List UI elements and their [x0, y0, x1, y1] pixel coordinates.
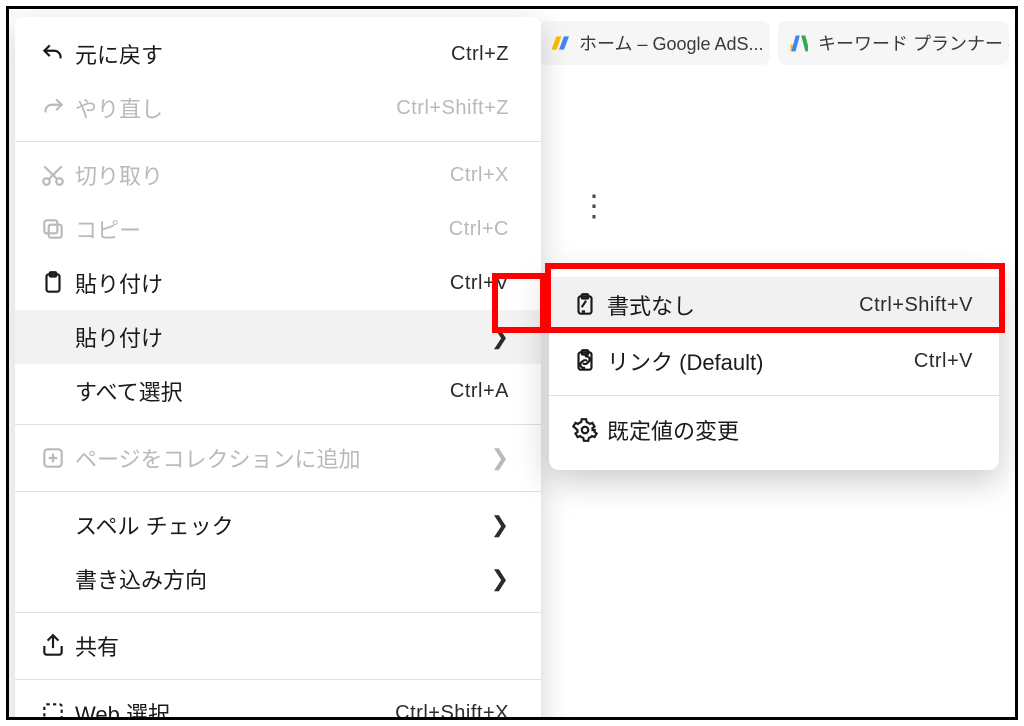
menu-shortcut: Ctrl+V — [450, 272, 509, 295]
menu-undo[interactable]: 元に戻す Ctrl+Z — [15, 27, 541, 81]
collection-add-icon — [31, 445, 75, 471]
share-icon — [31, 633, 75, 659]
context-menu: 元に戻す Ctrl+Z やり直し Ctrl+Shift+Z 切り取り Ctrl+… — [15, 17, 541, 720]
chevron-right-icon: ❯ — [485, 512, 509, 538]
chevron-right-icon: ❯ — [485, 324, 509, 350]
gear-icon — [563, 417, 607, 443]
menu-select-all[interactable]: すべて選択 Ctrl+A — [15, 364, 541, 418]
menu-label: コピー — [75, 213, 449, 245]
tab-adsense[interactable]: ホーム – Google AdS... — [539, 21, 770, 65]
submenu-paste-plain[interactable]: 書式なし Ctrl+Shift+V — [549, 277, 999, 333]
submenu-label: 書式なし — [607, 289, 859, 321]
menu-shortcut: Ctrl+X — [450, 164, 509, 187]
menu-add-collection: ページをコレクションに追加 ❯ — [15, 431, 541, 485]
paste-link-icon — [563, 348, 607, 374]
tab-label: ホーム – Google AdS... — [579, 30, 764, 56]
copy-icon — [31, 216, 75, 242]
more-vertical-icon[interactable]: ⋮ — [579, 189, 611, 224]
menu-shortcut: Ctrl+A — [450, 380, 509, 403]
screenshot-frame: ホーム – Google AdS... キーワード プランナー -... ⋮ 元… — [6, 6, 1018, 720]
paste-plain-icon — [563, 292, 607, 318]
separator — [15, 679, 541, 680]
menu-shortcut: Ctrl+Z — [451, 43, 509, 66]
ads-icon — [788, 33, 808, 53]
menu-paste[interactable]: 貼り付け Ctrl+V — [15, 256, 541, 310]
menu-label: Web 選択 — [75, 697, 395, 720]
menu-label: 共有 — [75, 630, 509, 662]
cut-icon — [31, 162, 75, 188]
web-select-icon — [31, 700, 75, 720]
paste-as-submenu: 書式なし Ctrl+Shift+V リンク (Default) Ctrl+V 既… — [549, 269, 999, 470]
adsense-icon — [549, 33, 569, 53]
tab-label: キーワード プランナー -... — [818, 30, 1009, 56]
submenu-label: 既定値の変更 — [607, 414, 973, 446]
menu-redo: やり直し Ctrl+Shift+Z — [15, 81, 541, 135]
menu-label: 貼り付け — [75, 267, 450, 299]
menu-writing-direction[interactable]: 書き込み方向 ❯ — [15, 552, 541, 606]
undo-icon — [31, 41, 75, 67]
separator — [15, 612, 541, 613]
submenu-shortcut: Ctrl+V — [914, 350, 973, 373]
submenu-change-default[interactable]: 既定値の変更 — [549, 402, 999, 458]
menu-paste-as[interactable]: 貼り付け ❯ — [15, 310, 541, 364]
menu-label: 書き込み方向 — [75, 563, 485, 595]
tab-keyword-planner[interactable]: キーワード プランナー -... — [778, 21, 1009, 65]
menu-label: スペル チェック — [75, 509, 485, 541]
menu-cut: 切り取り Ctrl+X — [15, 148, 541, 202]
menu-label: 切り取り — [75, 159, 450, 191]
menu-shortcut: Ctrl+C — [449, 218, 509, 241]
separator — [15, 141, 541, 142]
separator — [15, 424, 541, 425]
menu-label: すべて選択 — [75, 375, 450, 407]
menu-spell-check[interactable]: スペル チェック ❯ — [15, 498, 541, 552]
menu-label: ページをコレクションに追加 — [75, 442, 485, 474]
menu-label: 貼り付け — [75, 321, 485, 353]
redo-icon — [31, 95, 75, 121]
menu-share[interactable]: 共有 — [15, 619, 541, 673]
separator — [15, 491, 541, 492]
chevron-right-icon: ❯ — [485, 445, 509, 471]
paste-icon — [31, 270, 75, 296]
chevron-right-icon: ❯ — [485, 566, 509, 592]
submenu-label: リンク (Default) — [607, 345, 914, 377]
menu-label: 元に戻す — [75, 38, 451, 70]
menu-web-select[interactable]: Web 選択 Ctrl+Shift+X — [15, 686, 541, 720]
menu-copy: コピー Ctrl+C — [15, 202, 541, 256]
submenu-shortcut: Ctrl+Shift+V — [859, 294, 973, 317]
separator — [549, 395, 999, 396]
tab-strip: ホーム – Google AdS... キーワード プランナー -... — [539, 21, 1009, 65]
menu-shortcut: Ctrl+Shift+X — [395, 702, 509, 721]
menu-label: やり直し — [75, 92, 396, 124]
menu-shortcut: Ctrl+Shift+Z — [396, 97, 509, 120]
submenu-paste-link[interactable]: リンク (Default) Ctrl+V — [549, 333, 999, 389]
